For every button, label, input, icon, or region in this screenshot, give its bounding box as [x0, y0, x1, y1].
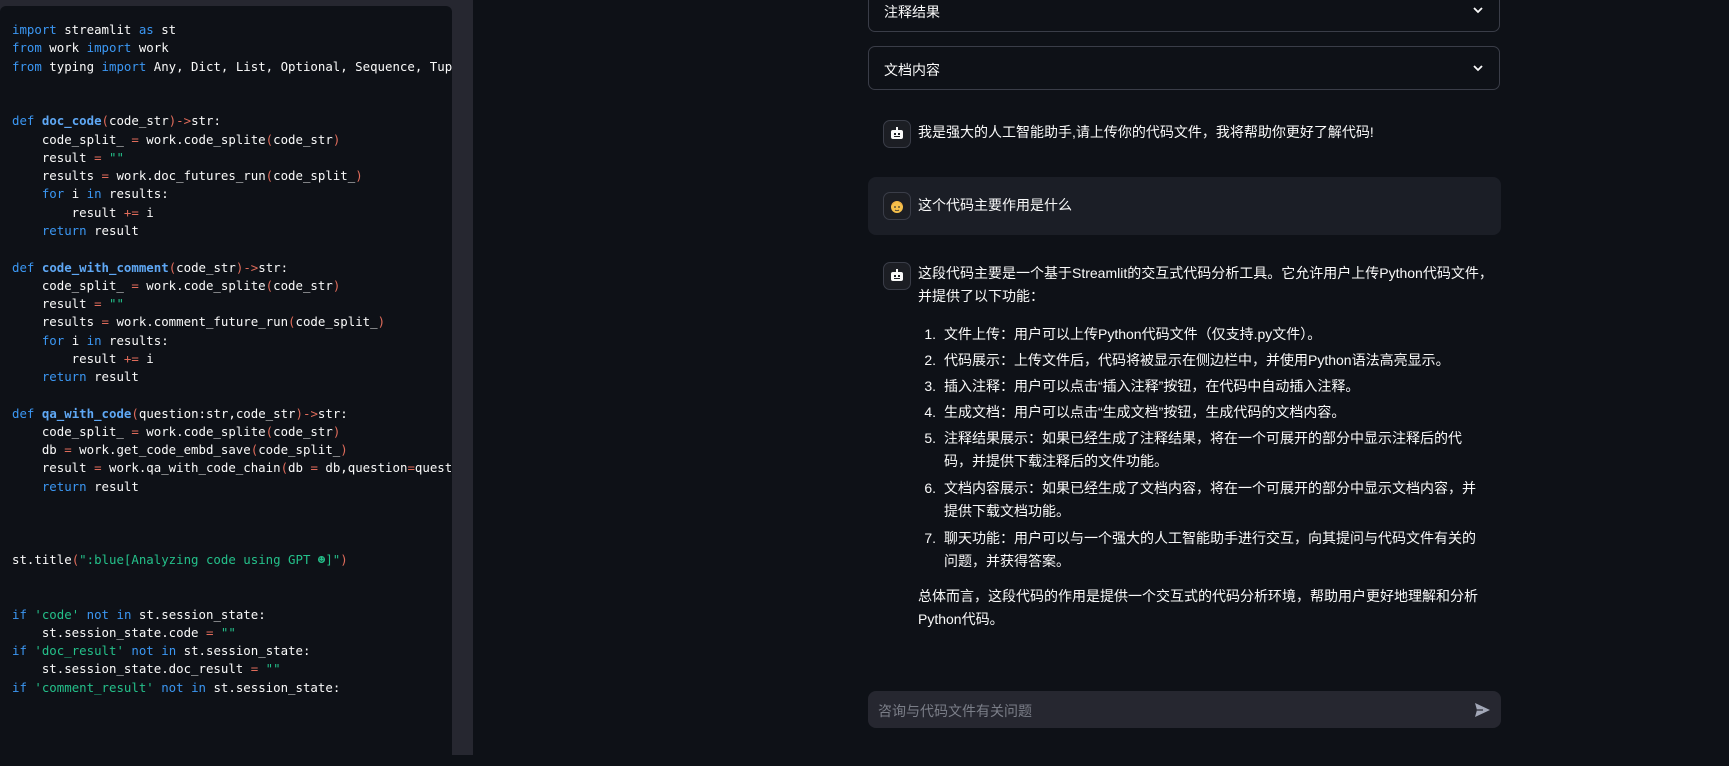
code-line: code_split_ = work.code_splite(code_str) — [12, 278, 341, 293]
chevron-down-icon — [1473, 7, 1483, 14]
send-button[interactable] — [1471, 699, 1493, 721]
chevron-down-icon — [1473, 65, 1483, 72]
code-line: return result — [41, 479, 139, 494]
expander-label: 文档内容 — [884, 62, 940, 78]
send-icon — [1475, 703, 1490, 717]
code-line: result = work.qa_with_code_chain(db = db… — [12, 460, 452, 475]
robot-icon — [883, 120, 911, 148]
code-line: results = work.comment_future_run(code_s… — [12, 314, 386, 329]
expander-doc-content[interactable]: 文档内容 — [868, 46, 1500, 90]
code-line: st.title(":blue[Analyzing code using GPT… — [12, 552, 348, 567]
user-face-icon — [883, 192, 911, 220]
answer-summary: 总体而言，这段代码的作用是提供一个交互式的代码分析环境，帮助用户更好地理解和分析… — [918, 588, 1478, 627]
expander-label: 注释结果 — [884, 4, 940, 20]
code-line: return result — [41, 369, 139, 384]
code-line: def qa_with_code(question:str,code_str)-… — [12, 406, 348, 421]
code-line: def doc_code(code_str)->str: — [12, 113, 221, 128]
code-line: code_split_ = work.code_splite(code_str) — [12, 132, 341, 147]
message-text: 我是强大的人工智能助手,请上传你的代码文件，我将帮助你更好了解代码! — [918, 124, 1374, 140]
code-line: result = "" — [12, 296, 124, 311]
code-line: from typing import Any, Dict, List, Opti… — [12, 59, 452, 74]
code-block[interactable]: import streamlit as st from work import w… — [0, 6, 452, 766]
chat-message-user: 这个代码主要作用是什么 — [868, 177, 1501, 235]
code-line: return result — [41, 223, 139, 238]
code-line: if 'comment_result' not in st.session_st… — [12, 680, 341, 695]
sidebar-scroll-gutter — [452, 0, 473, 755]
chat-message-assistant: 我是强大的人工智能助手,请上传你的代码文件，我将帮助你更好了解代码! — [868, 112, 1501, 152]
answer-intro: 这段代码主要是一个基于Streamlit的交互式代码分析工具。它允许用户上传Py… — [918, 265, 1493, 304]
code-line: if 'doc_result' not in st.session_state: — [12, 643, 311, 658]
chat-message-assistant: 这段代码主要是一个基于Streamlit的交互式代码分析工具。它允许用户上传Py… — [868, 255, 1501, 635]
message-text: 这个代码主要作用是什么 — [918, 197, 1072, 213]
code-line: st.session_state.code = "" — [12, 625, 236, 640]
code-line: import streamlit as st — [12, 22, 177, 37]
code-line: result = "" — [12, 150, 124, 165]
code-line: def code_with_comment(code_str)->str: — [12, 260, 289, 275]
code-line: for i in results: — [41, 333, 169, 348]
chat-input-container — [868, 691, 1501, 730]
code-line: if 'code' not in st.session_state: — [12, 607, 266, 622]
code-line: db = work.get_code_embd_save(code_split_… — [12, 442, 348, 457]
code-line: st.session_state.doc_result = "" — [12, 661, 281, 676]
code-line: result += i — [12, 205, 154, 220]
expander-comment-result[interactable]: 注释结果 — [868, 0, 1500, 32]
code-line: from work import work — [12, 40, 169, 55]
code-line: code_split_ = work.code_splite(code_str) — [12, 424, 341, 439]
sidebar: import streamlit as st from work import w… — [0, 0, 473, 766]
robot-icon — [883, 262, 911, 290]
code-line: result += i — [12, 351, 154, 366]
code-line: results = work.doc_futures_run(code_spli… — [12, 168, 363, 183]
code-line: for i in results: — [41, 186, 169, 201]
chat-input[interactable] — [876, 691, 1440, 730]
